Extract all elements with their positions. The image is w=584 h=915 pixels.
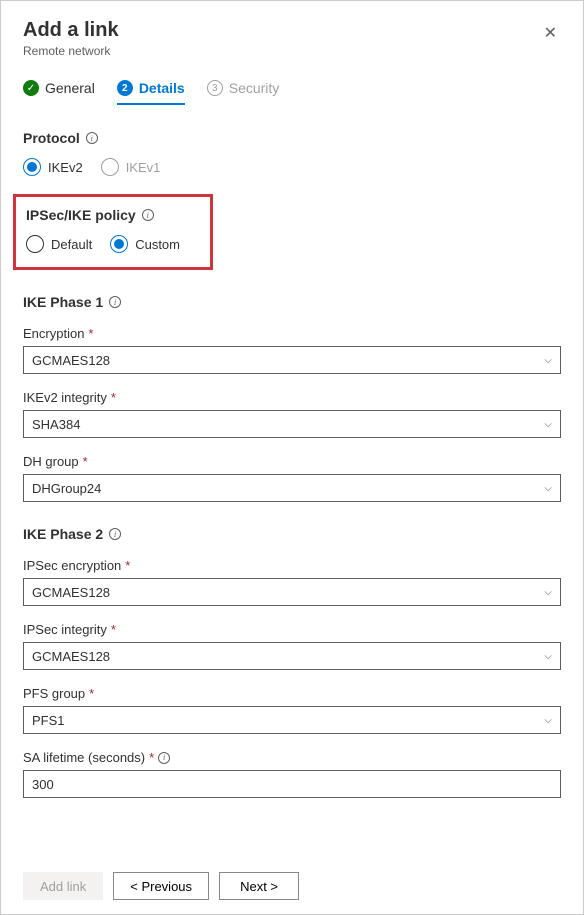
sa-lifetime-label: SA lifetime (seconds)* i bbox=[23, 750, 561, 765]
close-icon: ✕ bbox=[544, 25, 557, 42]
encryption-label: Encryption* bbox=[23, 326, 561, 341]
protocol-label: Protocol i bbox=[23, 130, 561, 146]
chevron-down-icon: ⌵ bbox=[544, 419, 552, 430]
wizard-tabs: ✓ General 2 Details 3 Security bbox=[23, 80, 561, 104]
tab-general[interactable]: ✓ General bbox=[23, 80, 95, 104]
tab-details[interactable]: 2 Details bbox=[117, 80, 185, 104]
ike-phase2-title: IKE Phase 2 i bbox=[23, 526, 561, 542]
chevron-down-icon: ⌵ bbox=[544, 587, 552, 598]
radio-selected-icon bbox=[110, 235, 128, 253]
select-value: GCMAES128 bbox=[32, 649, 110, 664]
info-icon[interactable]: i bbox=[109, 296, 121, 308]
chevron-down-icon: ⌵ bbox=[544, 715, 552, 726]
radio-unselected-icon bbox=[101, 158, 119, 176]
dhgroup-select[interactable]: DHGroup24 ⌵ bbox=[23, 474, 561, 502]
chevron-down-icon: ⌵ bbox=[544, 483, 552, 494]
info-icon[interactable]: i bbox=[86, 132, 98, 144]
select-value: DHGroup24 bbox=[32, 481, 101, 496]
next-button[interactable]: Next > bbox=[219, 872, 299, 900]
ike-phase1-title: IKE Phase 1 i bbox=[23, 294, 561, 310]
radio-label: IKEv1 bbox=[126, 160, 161, 175]
sa-lifetime-input[interactable]: 300 bbox=[23, 770, 561, 798]
checkmark-icon: ✓ bbox=[23, 80, 39, 96]
radio-label: IKEv2 bbox=[48, 160, 83, 175]
radio-custom[interactable]: Custom bbox=[110, 235, 180, 253]
ipsec-policy-label: IPSec/IKE policy i bbox=[26, 207, 198, 223]
tab-label: General bbox=[45, 80, 95, 96]
page-title: Add a link bbox=[23, 19, 119, 42]
radio-unselected-icon bbox=[26, 235, 44, 253]
step-number-icon: 3 bbox=[207, 80, 223, 96]
radio-default[interactable]: Default bbox=[26, 235, 92, 253]
select-value: GCMAES128 bbox=[32, 353, 110, 368]
ipsec-policy-highlight: IPSec/IKE policy i Default Custom bbox=[13, 194, 213, 270]
encryption-select[interactable]: GCMAES128 ⌵ bbox=[23, 346, 561, 374]
ipsec-integrity-label: IPSec integrity* bbox=[23, 622, 561, 637]
chevron-down-icon: ⌵ bbox=[544, 651, 552, 662]
add-link-button: Add link bbox=[23, 872, 103, 900]
previous-button[interactable]: < Previous bbox=[113, 872, 209, 900]
tab-label: Details bbox=[139, 80, 185, 96]
ipsec-encryption-select[interactable]: GCMAES128 ⌵ bbox=[23, 578, 561, 606]
select-value: SHA384 bbox=[32, 417, 80, 432]
tab-security[interactable]: 3 Security bbox=[207, 80, 280, 104]
info-icon[interactable]: i bbox=[142, 209, 154, 221]
ikev2-integrity-select[interactable]: SHA384 ⌵ bbox=[23, 410, 561, 438]
radio-ikev1[interactable]: IKEv1 bbox=[101, 158, 161, 176]
tab-label: Security bbox=[229, 80, 280, 96]
select-value: PFS1 bbox=[32, 713, 65, 728]
chevron-down-icon: ⌵ bbox=[544, 355, 552, 366]
pfs-group-label: PFS group* bbox=[23, 686, 561, 701]
info-icon[interactable]: i bbox=[158, 752, 170, 764]
info-icon[interactable]: i bbox=[109, 528, 121, 540]
radio-label: Custom bbox=[135, 237, 180, 252]
radio-label: Default bbox=[51, 237, 92, 252]
footer-actions: Add link < Previous Next > bbox=[1, 858, 583, 914]
ipsec-integrity-select[interactable]: GCMAES128 ⌵ bbox=[23, 642, 561, 670]
pfs-group-select[interactable]: PFS1 ⌵ bbox=[23, 706, 561, 734]
input-value: 300 bbox=[32, 777, 54, 792]
integrity-label: IKEv2 integrity* bbox=[23, 390, 561, 405]
select-value: GCMAES128 bbox=[32, 585, 110, 600]
dhgroup-label: DH group* bbox=[23, 454, 561, 469]
radio-selected-icon bbox=[23, 158, 41, 176]
step-number-icon: 2 bbox=[117, 80, 133, 96]
ipsec-encryption-label: IPSec encryption* bbox=[23, 558, 561, 573]
page-subtitle: Remote network bbox=[23, 44, 119, 58]
radio-ikev2[interactable]: IKEv2 bbox=[23, 158, 83, 176]
close-button[interactable]: ✕ bbox=[540, 19, 561, 47]
